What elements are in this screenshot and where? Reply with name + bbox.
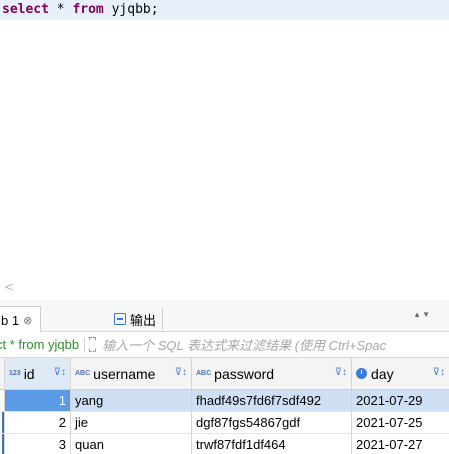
filter-sort-icon[interactable]: ⊽↕ <box>335 367 347 378</box>
editor-horizontal-scrollbar[interactable]: < <box>0 278 449 300</box>
tab-output[interactable]: 输出 <box>108 308 164 330</box>
tab-results-1[interactable]: b 1 ⊗ <box>0 306 42 333</box>
filter-sort-icon[interactable]: ⊽↕ <box>433 367 445 378</box>
grid-header-row: 123 id ⊽↕ ABC username ⊽↕ ABC password ⊽… <box>0 358 449 390</box>
cell-id[interactable]: 3 <box>5 434 71 454</box>
filter-sort-icon[interactable]: ⊽↕ <box>54 367 66 378</box>
maximize-panel-icon[interactable]: ▲▼ <box>413 310 431 319</box>
results-grid[interactable]: 123 id ⊽↕ ABC username ⊽↕ ABC password ⊽… <box>0 358 449 454</box>
output-icon <box>114 313 126 325</box>
results-tab-bar: b 1 ⊗ 输出 ▲▼ <box>0 300 449 333</box>
cell-id[interactable]: 2 <box>5 412 71 434</box>
close-tab-icon[interactable]: ⊗ <box>23 314 32 327</box>
sql-text[interactable]: select * from yjqbb; <box>2 2 159 18</box>
cell-username[interactable]: yang <box>71 390 192 412</box>
column-header-id[interactable]: 123 id ⊽↕ <box>5 358 71 389</box>
column-header-password[interactable]: ABC password ⊽↕ <box>192 358 352 389</box>
column-header-username[interactable]: ABC username ⊽↕ <box>71 358 192 389</box>
cell-day[interactable]: 2021-07-27 <box>352 434 449 454</box>
column-header-label: username <box>93 365 156 382</box>
column-header-label: day <box>371 365 394 382</box>
cell-day[interactable]: 2021-07-25 <box>352 412 449 434</box>
filter-sort-icon[interactable]: ⊽↕ <box>175 367 187 378</box>
number-type-icon: 123 <box>9 370 21 377</box>
text-type-icon: ABC <box>196 370 212 377</box>
sql-keyword-select: select <box>2 2 49 17</box>
cell-password[interactable]: dgf87fgs54867gdf <box>192 412 352 434</box>
cell-id[interactable]: 1 <box>5 390 71 412</box>
column-header-label: id <box>23 365 35 382</box>
column-header-day[interactable]: day ⊽↕ <box>352 358 449 389</box>
sql-table-name: yjqbb; <box>103 2 159 17</box>
cell-day[interactable]: 2021-07-29 <box>352 390 449 412</box>
table-row[interactable]: 3 quan trwf87fdf1df464 2021-07-27 <box>0 434 449 454</box>
cell-username[interactable]: jie <box>71 412 192 434</box>
expand-icon[interactable]: ⌜⌝ ⌞⌟ <box>84 336 98 352</box>
scroll-left-arrow-icon[interactable]: < <box>4 280 14 294</box>
tab-results-label: b 1 <box>1 312 20 328</box>
cell-username[interactable]: quan <box>71 434 192 454</box>
table-row[interactable]: 2 jie dgf87fgs54867gdf 2021-07-25 <box>0 412 449 434</box>
sql-editor[interactable]: select * from yjqbb; <box>0 0 449 276</box>
filter-bar: ct * from yjqbb ⌜⌝ ⌞⌟ 输入一个 SQL 表达式来过滤结果 (… <box>0 332 449 358</box>
column-header-label: password <box>214 365 275 382</box>
text-type-icon: ABC <box>75 370 91 377</box>
sql-star: * <box>48 2 73 17</box>
sql-keyword-from: from <box>72 2 104 17</box>
cell-password[interactable]: fhadf49s7fd6f7sdf492 <box>192 390 352 412</box>
tab-output-label: 输出 <box>130 312 157 328</box>
filter-input[interactable]: 输入一个 SQL 表达式来过滤结果 (使用 Ctrl+Spac <box>102 335 386 354</box>
cell-password[interactable]: trwf87fdf1df464 <box>192 434 352 454</box>
table-row[interactable]: 1 yang fhadf49s7fd6f7sdf492 2021-07-29 <box>0 390 449 412</box>
date-type-icon <box>356 368 367 379</box>
active-query-label[interactable]: ct * from yjqbb <box>0 337 79 352</box>
